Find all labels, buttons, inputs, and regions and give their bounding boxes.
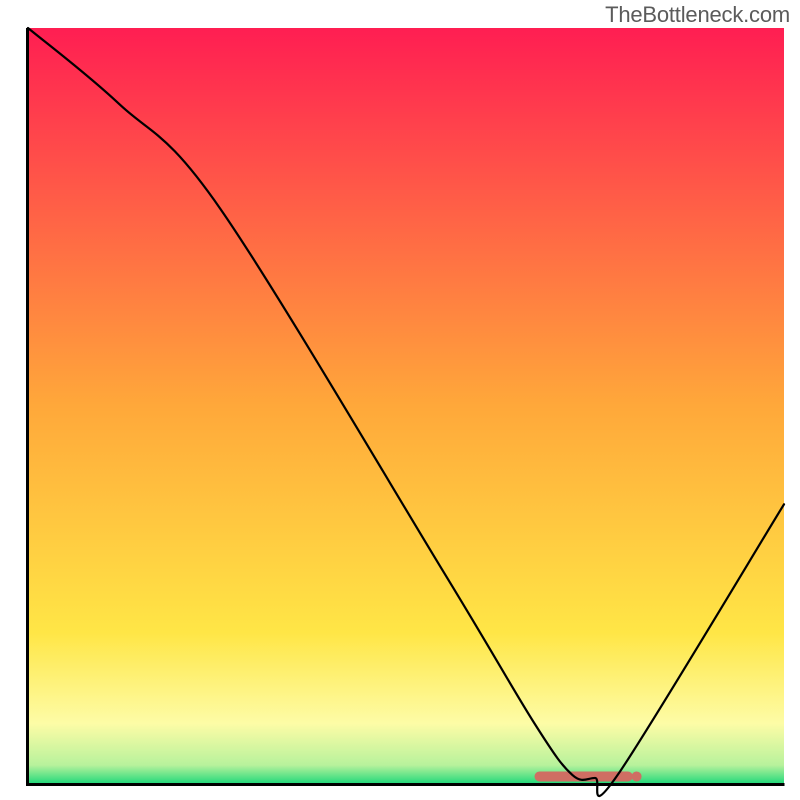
chart-container: { "watermark": "TheBottleneck.com", "cha… <box>0 0 800 800</box>
plot-background <box>28 28 784 784</box>
marker-dot <box>632 771 642 781</box>
watermark-text: TheBottleneck.com <box>605 2 790 28</box>
bottleneck-chart <box>0 0 800 800</box>
